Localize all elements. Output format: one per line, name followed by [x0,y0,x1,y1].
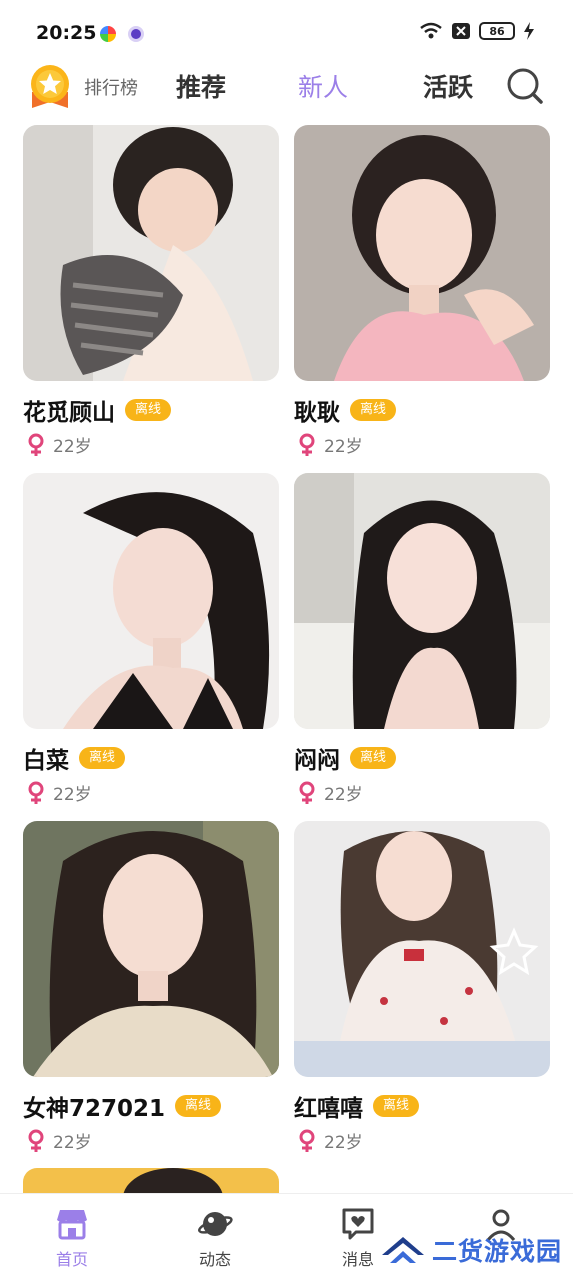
age-row: 22岁 [298,432,363,457]
user-photo[interactable] [23,473,279,729]
user-card[interactable]: 闷闷 离线 22岁 [294,473,550,805]
age-row: 22岁 [27,780,92,805]
user-age: 22岁 [324,437,363,457]
nav-home-label: 首页 [55,1250,88,1269]
female-icon [28,1129,44,1152]
user-card-partial[interactable] [23,1168,279,1193]
name-row: 红嘻嘻 离线 [294,1089,420,1123]
user-age: 22岁 [324,785,363,805]
age-row: 22岁 [298,1128,363,1153]
status-indicators: 86 [419,22,535,40]
chat-heart-icon [342,1208,374,1240]
status-badge: 离线 [373,1095,420,1117]
status-bar: 20:25 86 [0,0,573,62]
user-name: 花觅顾山 [23,400,115,426]
user-photo[interactable] [294,473,550,729]
photos-app-icon [100,26,116,42]
tab-active[interactable]: 活跃 [423,68,473,104]
nav-moments[interactable]: 动态 [170,1206,260,1270]
user-card[interactable]: 耿耿 离线 22岁 [294,125,550,457]
status-time: 20:25 [36,22,97,44]
nav-home[interactable]: 首页 [27,1206,117,1270]
charging-icon [524,22,534,40]
name-row: 耿耿 离线 [294,393,397,427]
age-row: 22岁 [298,780,363,805]
user-card[interactable]: 花觅顾山 离线 22岁 [23,125,279,457]
user-name: 白菜 [23,748,69,774]
user-photo[interactable] [294,821,550,1077]
nav-moments-label: 动态 [198,1250,231,1269]
name-row: 女神727021 离线 [23,1089,222,1123]
ranking-label[interactable]: 排行榜 [84,74,138,100]
ranking-star-icon[interactable] [28,64,72,110]
user-photo[interactable] [23,821,279,1077]
name-row: 闷闷 离线 [294,741,397,775]
status-badge: 离线 [350,399,397,421]
female-icon [299,1129,315,1152]
planet-icon [198,1212,233,1236]
top-nav: 排行榜 推荐 新人 活跃 [0,62,573,116]
wifi-icon [420,22,442,39]
status-badge: 离线 [175,1095,222,1117]
user-card[interactable]: 女神727021 离线 22岁 [23,821,279,1153]
user-age: 22岁 [53,437,92,457]
age-row: 22岁 [27,432,92,457]
user-age: 22岁 [53,785,92,805]
age-row: 22岁 [27,1128,92,1153]
user-age: 22岁 [324,1133,363,1153]
female-icon [28,433,44,456]
store-icon [57,1210,87,1240]
watermark: 二货游戏园 [380,1232,562,1268]
watermark-logo-icon [382,1237,424,1263]
name-row: 白菜 离线 [23,741,126,775]
sim-x-icon [452,23,470,39]
tab-recommend[interactable]: 推荐 [176,68,226,104]
female-icon [299,433,315,456]
user-photo[interactable] [294,125,550,381]
female-icon [299,781,315,804]
watermark-text: 二货游戏园 [432,1237,563,1266]
female-icon [28,781,44,804]
app-notification-icon [128,26,144,42]
user-card[interactable]: 白菜 离线 22岁 [23,473,279,805]
status-badge: 离线 [125,399,172,421]
user-name: 女神727021 [23,1096,166,1122]
search-icon[interactable] [505,66,545,106]
user-age: 22岁 [53,1133,92,1153]
user-name: 红嘻嘻 [294,1096,363,1122]
user-card[interactable]: 红嘻嘻 离线 22岁 [294,821,550,1153]
status-badge: 离线 [350,747,397,769]
user-name: 耿耿 [294,400,340,426]
tab-new[interactable]: 新人 [298,68,348,104]
status-badge: 离线 [79,747,126,769]
user-photo[interactable] [23,125,279,381]
user-photo[interactable] [23,1168,279,1193]
user-name: 闷闷 [294,748,340,774]
name-row: 花觅顾山 离线 [23,393,172,427]
battery-indicator: 86 [479,22,515,40]
